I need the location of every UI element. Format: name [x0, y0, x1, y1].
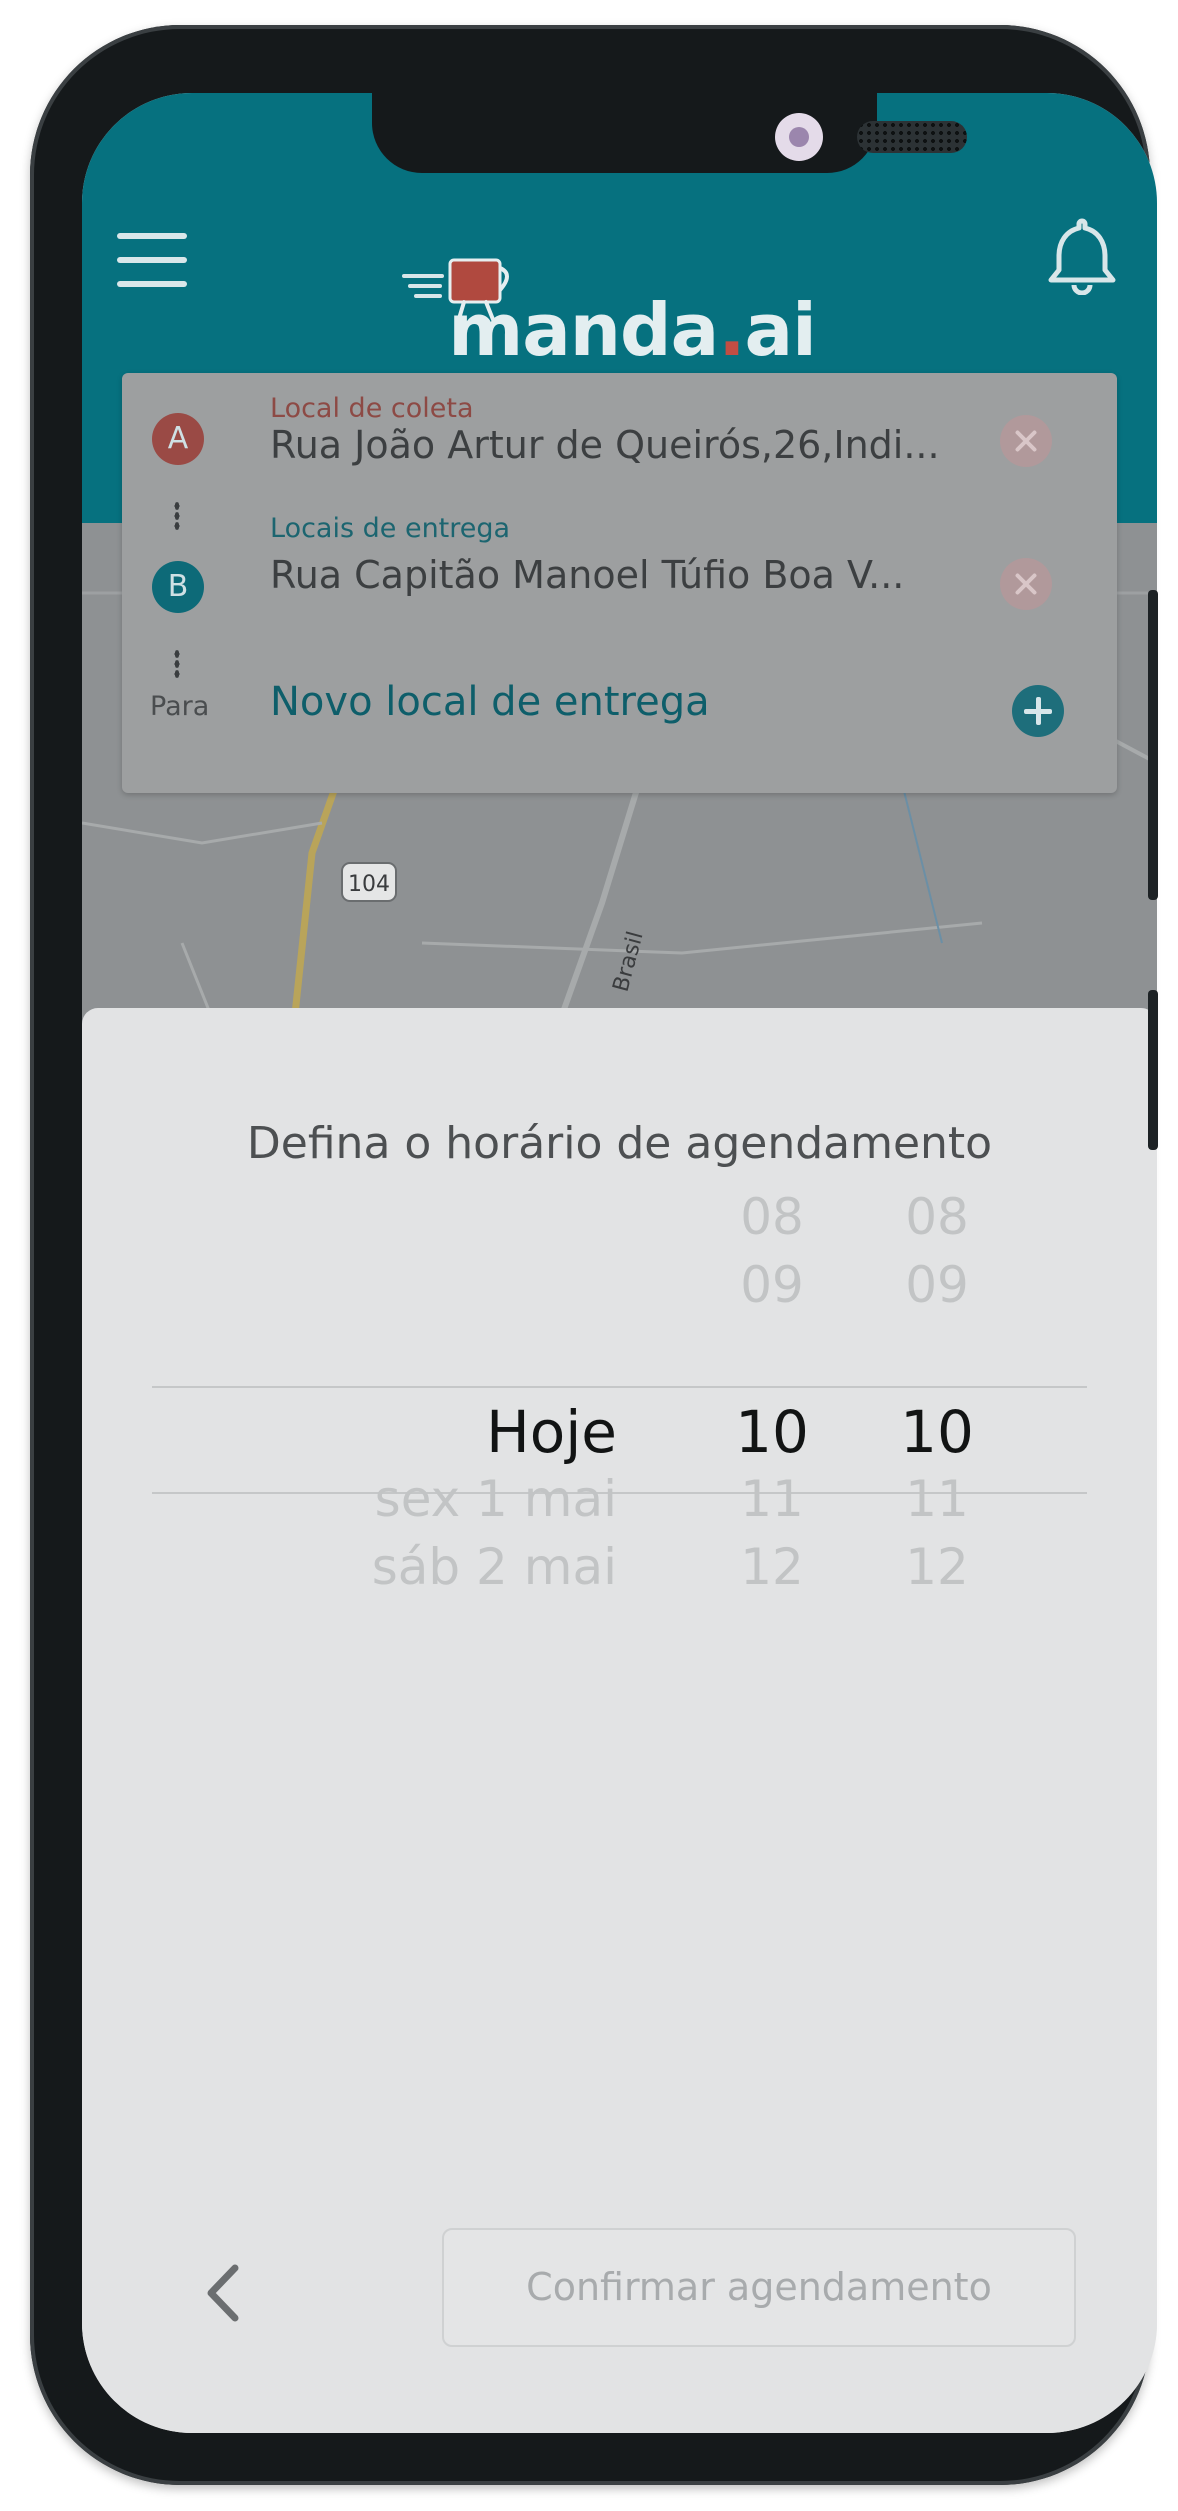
pickup-address-field[interactable]: Rua João Artur de Queirós,26,Indi... [270, 423, 970, 467]
day-option[interactable]: sex 1 mai [375, 1470, 617, 1528]
phone-frame: manda.ai 104 Brasil A Local de coleta Ru… [30, 25, 1157, 2485]
delivery-label: Locais de entrega [270, 513, 511, 544]
hour-option-selected[interactable]: 10 [722, 1398, 822, 1466]
pickup-marker: A [152, 413, 204, 465]
minute-option[interactable]: 09 [887, 1256, 987, 1314]
schedule-sheet: Defina o horário de agendamento Hoje sex… [82, 1008, 1157, 2433]
phone-notch [372, 93, 967, 173]
power-button [1148, 990, 1158, 1150]
schedule-title: Defina o horário de agendamento [246, 1118, 993, 1169]
minute-option[interactable]: 11 [887, 1470, 987, 1528]
hour-option[interactable]: 08 [722, 1188, 822, 1246]
remove-delivery-button[interactable] [1000, 558, 1052, 610]
route-connector-dots [174, 649, 180, 679]
screen: manda.ai 104 Brasil A Local de coleta Ru… [82, 93, 1157, 2433]
hour-option[interactable]: 09 [722, 1256, 822, 1314]
pickup-label: Local de coleta [270, 393, 474, 424]
bell-icon[interactable] [1047, 215, 1117, 295]
confirm-schedule-button[interactable]: Confirmar agendamento [442, 2228, 1076, 2347]
add-delivery-button[interactable] [1012, 685, 1064, 737]
minute-option[interactable]: 12 [887, 1538, 987, 1596]
new-delivery-location-link[interactable]: Novo local de entrega [270, 679, 710, 725]
app-logo: manda.ai [402, 258, 842, 372]
day-option-selected[interactable]: Hoje [486, 1398, 617, 1466]
hamburger-menu-icon[interactable] [117, 233, 187, 287]
hour-option[interactable]: 11 [722, 1470, 822, 1528]
route-card: A Local de coleta Rua João Artur de Quei… [122, 373, 1117, 793]
delivery-marker: B [152, 561, 204, 613]
route-connector-dots [174, 501, 180, 531]
day-option[interactable]: sáb 2 mai [372, 1538, 617, 1596]
minute-option-selected[interactable]: 10 [887, 1398, 987, 1466]
front-camera-icon [775, 113, 823, 161]
hour-option[interactable]: 12 [722, 1538, 822, 1596]
road-number-label: 104 [348, 872, 390, 897]
delivery-address-field[interactable]: Rua Capitão Manoel Túfio Boa V... [270, 553, 970, 597]
speaker-grille [857, 121, 967, 153]
chevron-left-icon[interactable] [197, 2258, 247, 2328]
logo-wordmark: manda.ai [448, 288, 817, 372]
para-label: Para [150, 691, 210, 722]
minute-option[interactable]: 08 [887, 1188, 987, 1246]
picker-selection-top-line [152, 1386, 1087, 1388]
volume-button [1148, 590, 1158, 900]
remove-pickup-button[interactable] [1000, 415, 1052, 467]
